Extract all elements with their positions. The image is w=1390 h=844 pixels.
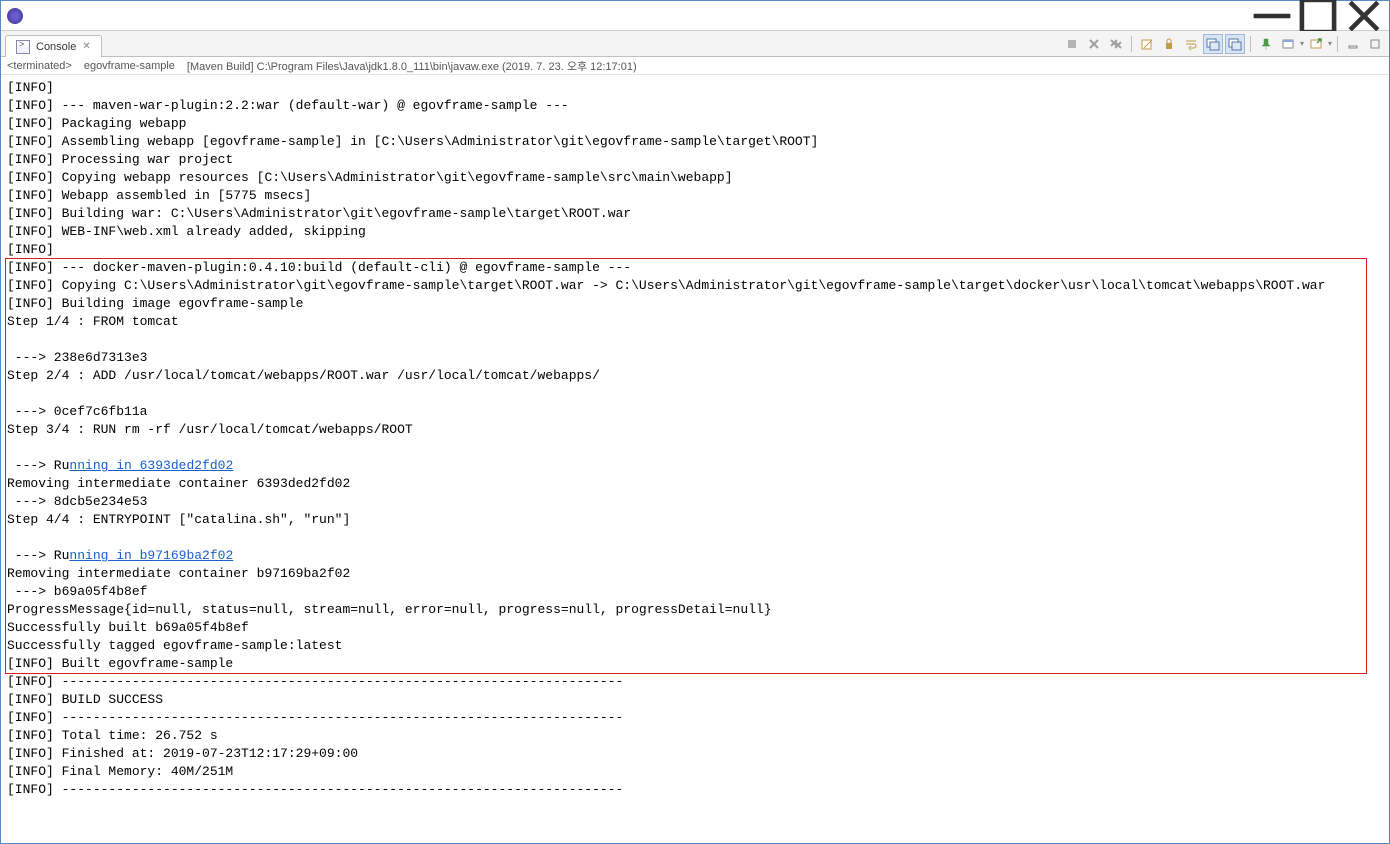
close-icon[interactable]: ✕ bbox=[82, 41, 90, 52]
eclipse-icon bbox=[7, 8, 23, 24]
workspace: Console ✕ ▾ ▾ bbox=[1, 31, 1389, 843]
minimize-view-button[interactable] bbox=[1343, 34, 1363, 54]
maximize-button[interactable] bbox=[1295, 2, 1341, 30]
process-state: <terminated> bbox=[7, 60, 72, 72]
display-selected-console-button[interactable] bbox=[1278, 34, 1298, 54]
console-scroll-area[interactable]: [INFO] [INFO] --- maven-war-plugin:2.2:w… bbox=[1, 75, 1389, 843]
separator bbox=[1250, 36, 1251, 52]
open-console-button[interactable] bbox=[1306, 34, 1326, 54]
view-tab-bar: Console ✕ ▾ ▾ bbox=[1, 31, 1389, 57]
log-hyperlink[interactable]: nning in b97169ba2f02 bbox=[69, 548, 233, 563]
pin-console-button[interactable] bbox=[1256, 34, 1276, 54]
console-toolbar: ▾ ▾ bbox=[1062, 34, 1385, 54]
show-console-on-out-button[interactable] bbox=[1203, 34, 1223, 54]
console-icon bbox=[16, 40, 30, 54]
separator bbox=[1337, 36, 1338, 52]
title-bar bbox=[1, 1, 1389, 31]
console-tab[interactable]: Console ✕ bbox=[5, 35, 102, 57]
console-process-header: <terminated> egovframe-sample [Maven Bui… bbox=[1, 57, 1389, 75]
process-config: [Maven Build] C:\Program Files\Java\jdk1… bbox=[187, 58, 637, 74]
chevron-down-icon[interactable]: ▾ bbox=[1328, 39, 1332, 48]
log-text[interactable]: [INFO] [INFO] --- maven-war-plugin:2.2:w… bbox=[1, 75, 1389, 805]
log-hyperlink[interactable]: nning in 6393ded2fd02 bbox=[69, 458, 233, 473]
maximize-view-button[interactable] bbox=[1365, 34, 1385, 54]
clear-console-button[interactable] bbox=[1137, 34, 1157, 54]
tab-label: Console bbox=[36, 41, 76, 53]
scroll-lock-button[interactable] bbox=[1159, 34, 1179, 54]
application-window: Console ✕ ▾ ▾ bbox=[0, 0, 1390, 844]
window-controls bbox=[1249, 2, 1387, 30]
console-output: [INFO] [INFO] --- maven-war-plugin:2.2:w… bbox=[1, 75, 1389, 843]
close-button[interactable] bbox=[1341, 2, 1387, 30]
terminate-button[interactable] bbox=[1062, 34, 1082, 54]
separator bbox=[1131, 36, 1132, 52]
chevron-down-icon[interactable]: ▾ bbox=[1300, 39, 1304, 48]
word-wrap-button[interactable] bbox=[1181, 34, 1201, 54]
remove-all-launches-button[interactable] bbox=[1106, 34, 1126, 54]
show-console-on-err-button[interactable] bbox=[1225, 34, 1245, 54]
process-project: egovframe-sample bbox=[84, 60, 175, 72]
remove-launch-button[interactable] bbox=[1084, 34, 1104, 54]
minimize-button[interactable] bbox=[1249, 2, 1295, 30]
